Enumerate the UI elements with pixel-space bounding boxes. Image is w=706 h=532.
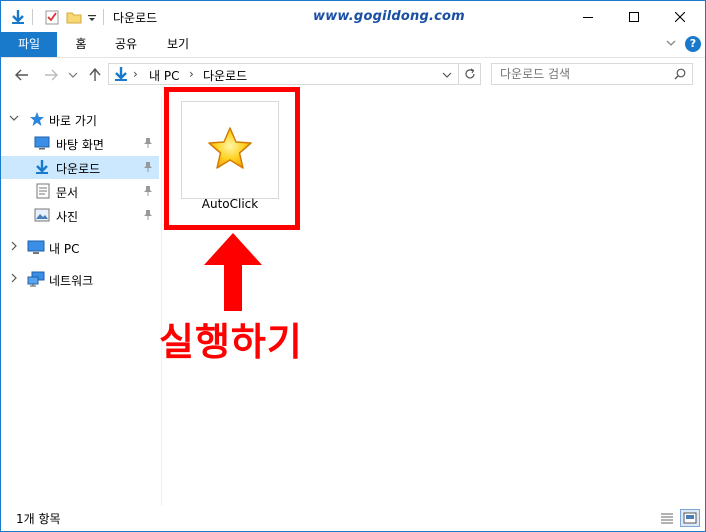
- large-icons-view-icon[interactable]: [680, 509, 700, 527]
- recent-locations-icon[interactable]: [63, 66, 83, 84]
- breadcrumb-separator-icon[interactable]: ›: [189, 67, 194, 81]
- nav-item-label: 네트워크: [49, 274, 94, 288]
- toolbar-divider: [103, 9, 104, 25]
- downloads-icon: [34, 159, 50, 178]
- expanded-chevron-icon[interactable]: [9, 113, 19, 126]
- nav-item-documents[interactable]: 문서: [1, 180, 159, 203]
- pin-icon[interactable]: [143, 161, 153, 176]
- nav-item-label: 내 PC: [49, 242, 80, 256]
- nav-item-label: 사진: [56, 210, 79, 224]
- title-bar: 다운로드 www.gogildong.com: [1, 1, 705, 32]
- nav-item-pictures[interactable]: 사진: [1, 204, 159, 227]
- star-icon: [29, 111, 45, 130]
- watermark: www.gogildong.com: [313, 9, 465, 24]
- toolbar-divider: [32, 9, 33, 25]
- nav-this-pc[interactable]: 내 PC: [1, 236, 159, 259]
- up-button[interactable]: [85, 66, 105, 84]
- search-icon[interactable]: [674, 68, 686, 83]
- pin-icon[interactable]: [143, 209, 153, 224]
- close-button[interactable]: [657, 1, 703, 32]
- nav-item-label: 문서: [56, 186, 79, 200]
- collapsed-chevron-icon[interactable]: [9, 273, 19, 286]
- run-annotation-label: 실행하기: [159, 320, 303, 364]
- network-icon: [27, 271, 45, 290]
- nav-item-desktop[interactable]: 바탕 화면: [1, 132, 159, 155]
- window-title: 다운로드: [113, 11, 158, 25]
- tab-home[interactable]: 홈: [63, 32, 99, 57]
- nav-item-label: 다운로드: [56, 162, 101, 176]
- new-folder-icon[interactable]: [66, 8, 82, 26]
- tab-view[interactable]: 보기: [157, 32, 199, 57]
- maximize-button[interactable]: [611, 1, 657, 32]
- navigation-pane: 바로 가기 바탕 화면 다운로드 문서 사진 내 PC 네트워크: [1, 96, 162, 506]
- back-button[interactable]: [12, 66, 32, 84]
- address-dropdown-icon[interactable]: [442, 69, 452, 83]
- ribbon-expand-icon[interactable]: [665, 37, 677, 52]
- highlight-box: [164, 87, 300, 230]
- search-input[interactable]: [500, 66, 670, 82]
- customize-toolbar-icon[interactable]: [87, 8, 97, 26]
- nav-quick-access[interactable]: 바로 가기: [1, 108, 159, 131]
- minimize-button[interactable]: [565, 1, 611, 32]
- downloads-icon: [113, 66, 129, 85]
- collapsed-chevron-icon[interactable]: [9, 241, 19, 254]
- help-icon[interactable]: ?: [685, 36, 701, 52]
- properties-icon[interactable]: [44, 8, 60, 26]
- nav-item-label: 바탕 화면: [56, 138, 104, 152]
- address-bar[interactable]: › 내 PC › 다운로드: [108, 63, 459, 85]
- pin-icon[interactable]: [143, 137, 153, 152]
- breadcrumb-separator-icon[interactable]: ›: [133, 67, 138, 81]
- item-count: 1개 항목: [16, 512, 61, 526]
- explorer-window: 다운로드 www.gogildong.com 파일 홈 공유 보기 ? › 내 …: [0, 0, 706, 532]
- nav-network[interactable]: 네트워크: [1, 268, 159, 291]
- tab-file[interactable]: 파일: [1, 32, 57, 57]
- up-arrow-annotation: [202, 231, 264, 314]
- breadcrumb-downloads[interactable]: 다운로드: [203, 67, 247, 84]
- computer-icon: [27, 240, 45, 258]
- documents-icon: [36, 183, 50, 202]
- nav-item-downloads[interactable]: 다운로드: [1, 156, 159, 179]
- tab-share[interactable]: 공유: [105, 32, 147, 57]
- pictures-icon: [34, 208, 50, 225]
- breadcrumb-this-pc[interactable]: 내 PC: [149, 67, 179, 84]
- quick-access-download-icon[interactable]: [10, 8, 26, 26]
- search-box[interactable]: [491, 63, 693, 85]
- details-view-icon[interactable]: [657, 509, 677, 527]
- forward-button[interactable]: [41, 66, 61, 84]
- pin-icon[interactable]: [143, 185, 153, 200]
- nav-item-label: 바로 가기: [49, 114, 97, 128]
- ribbon-tabs: 파일 홈 공유 보기 ?: [1, 32, 705, 58]
- refresh-button[interactable]: [459, 63, 481, 85]
- desktop-icon: [34, 136, 50, 153]
